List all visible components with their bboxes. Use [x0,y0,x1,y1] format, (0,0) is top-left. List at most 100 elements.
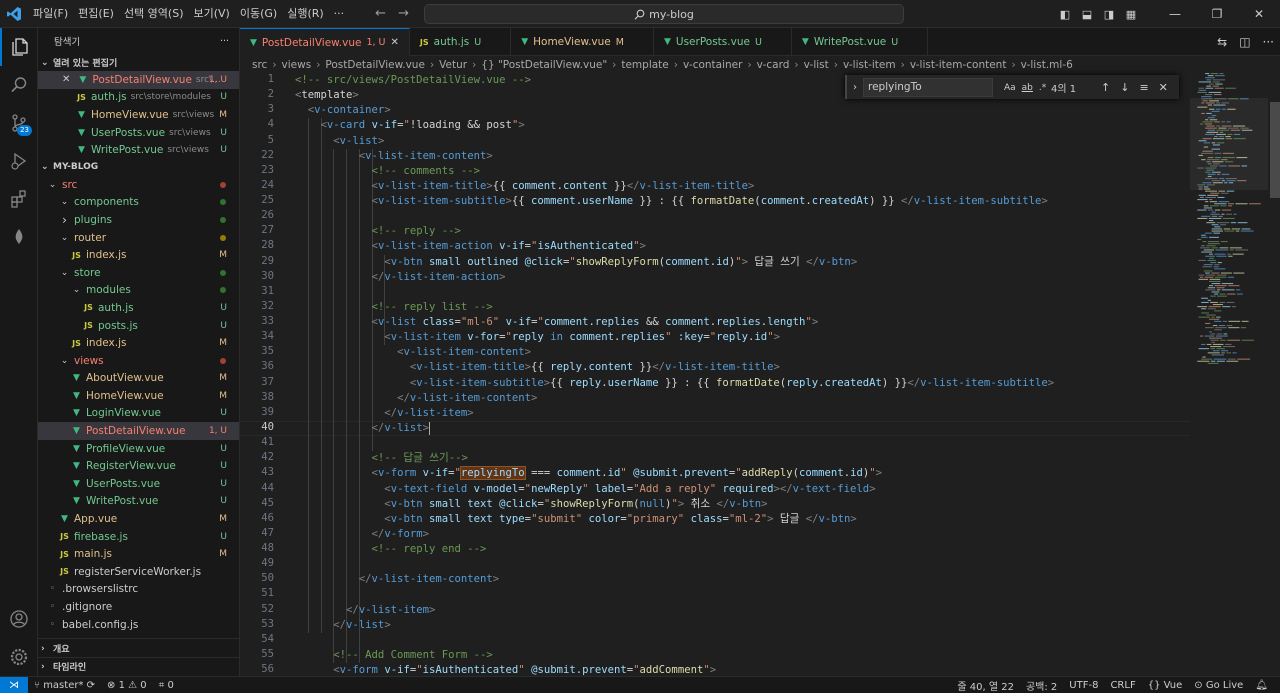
breadcrumb-item[interactable]: {} "PostDetailView.vue" [481,59,607,71]
minimap-viewport[interactable] [1190,98,1268,190]
file-item[interactable]: ◦ .gitignore [38,598,239,616]
file-item[interactable]: ▼ PostDetailView.vue 1, U [38,422,239,440]
folder-item[interactable]: ⌄ views [38,352,239,370]
file-item[interactable]: ▼ AboutView.vue M [38,370,239,388]
previous-match-icon[interactable]: ↑ [1101,81,1110,94]
breadcrumb-item[interactable]: v-list-item-content [910,59,1007,71]
file-item[interactable]: ▼ WritePost.vue U [38,493,239,511]
file-item[interactable]: ◦ babel.config.js [38,616,239,634]
tab-userposts-vue[interactable]: ▼ UserPosts.vue U [654,28,792,56]
file-item[interactable]: ▼ ProfileView.vue U [38,440,239,458]
breadcrumb-item[interactable]: v-list.ml-6 [1021,59,1073,71]
split-editor-icon[interactable]: ◫ [1239,35,1250,49]
open-editors-section[interactable]: ⌄ 열려 있는 편집기 [38,54,239,71]
breadcrumb-item[interactable]: Vetur [439,59,467,71]
go-live-button[interactable]: ⊙ Go Live [1188,680,1249,691]
file-item[interactable]: ▼ UserPosts.vue U [38,475,239,493]
menu-item[interactable]: 이동(G) [235,0,282,28]
tab-homeview-vue[interactable]: ▼ HomeView.vue M [511,28,654,56]
breadcrumb-item[interactable]: views [282,59,312,71]
breadcrumb-item[interactable]: v-list [804,59,829,71]
open-editor-item[interactable]: JS auth.js src\store\modules U [38,89,239,107]
menu-item[interactable]: 실행(R) [282,0,328,28]
customize-layout-icon[interactable]: ▦ [1120,8,1142,21]
open-editor-item[interactable]: ✕ ▼ PostDetailView.vue src\... 1, U [38,71,239,89]
file-item[interactable]: JS index.js M [38,334,239,352]
tab-auth-js[interactable]: JS auth.js U [410,28,512,56]
toggle-primary-sidebar-icon[interactable]: ◧ [1054,8,1076,21]
menu-item[interactable]: ··· [329,0,350,28]
gear-icon[interactable] [0,638,38,676]
file-item[interactable]: ▼ LoginView.vue U [38,405,239,423]
file-item[interactable]: JS main.js M [38,545,239,563]
file-item[interactable]: JS index.js M [38,246,239,264]
folder-item[interactable]: ⌄ src [38,176,239,194]
folder-item[interactable]: ⌄ store [38,264,239,282]
close-icon[interactable]: ✕ [1159,81,1168,94]
branch-indicator[interactable]: ⑂ master* ⟳ [28,680,101,691]
minimize-icon[interactable]: — [1154,7,1196,21]
back-arrow-icon[interactable]: ← [375,6,386,21]
find-in-selection-icon[interactable]: ≡ [1139,81,1148,94]
toggle-secondary-sidebar-icon[interactable]: ◨ [1098,8,1120,21]
file-item[interactable]: ▼ App.vue M [38,510,239,528]
use-regex-button[interactable]: .* [1039,83,1046,93]
minimap[interactable] [1190,73,1268,676]
folder-item[interactable]: › plugins [38,211,239,229]
file-item[interactable]: JS registerServiceWorker.js [38,563,239,581]
command-center-search[interactable]: my-blog [424,4,904,24]
explorer-icon[interactable] [0,28,38,66]
breadcrumb-item[interactable]: src [252,59,267,71]
breadcrumb-item[interactable]: v-card [757,59,790,71]
menu-item[interactable]: 보기(V) [188,0,234,28]
tab-postdetailview-vue[interactable]: ▼ PostDetailView.vue 1, U ✕ [240,28,410,56]
encoding[interactable]: UTF-8 [1063,680,1104,691]
file-item[interactable]: ▼ RegisterView.vue U [38,457,239,475]
open-editor-item[interactable]: ▼ HomeView.vue src\views M [38,106,239,124]
file-item[interactable]: JS posts.js U [38,317,239,335]
end-of-line[interactable]: CRLF [1104,680,1141,691]
file-item[interactable]: JS firebase.js U [38,528,239,546]
folder-item[interactable]: ⌄ components [38,194,239,212]
more-actions-icon[interactable]: ··· [1263,35,1274,49]
tab-writepost-vue[interactable]: ▼ WritePost.vue U [792,28,929,56]
source-control-icon[interactable]: 23 [0,104,38,142]
file-item[interactable]: ▼ HomeView.vue M [38,387,239,405]
account-icon[interactable] [0,600,38,638]
toggle-panel-icon[interactable]: ⬓ [1076,8,1098,21]
scrollbar-thumb[interactable] [1270,102,1280,198]
breadcrumb-item[interactable]: template [621,59,668,71]
timeline-section[interactable]: › 타임라인 [38,658,86,675]
open-editor-item[interactable]: ▼ UserPosts.vue src\views U [38,124,239,142]
problems-indicator[interactable]: ⊗ 1 ⚠ 0 [101,680,153,691]
more-actions-icon[interactable]: ··· [220,36,229,47]
language-mode[interactable]: {} Vue [1142,680,1189,691]
match-whole-word-button[interactable]: ab [1022,83,1033,93]
menu-item[interactable]: 선택 영역(S) [119,0,189,28]
close-icon[interactable]: ✕ [62,74,70,85]
search-icon[interactable] [0,66,38,104]
breadcrumb-item[interactable]: PostDetailView.vue [325,59,425,71]
toggle-replace-chevron-icon[interactable]: › [847,82,863,93]
compare-changes-icon[interactable]: ⇆ [1217,35,1227,49]
project-section[interactable]: ⌄ MY-BLOG [38,159,239,176]
folder-item[interactable]: ⌄ router [38,229,239,247]
find-input[interactable]: replyingTo Aa ab .* [863,77,1046,97]
open-editor-item[interactable]: ▼ WritePost.vue src\views U [38,141,239,159]
menu-item[interactable]: 파일(F) [28,0,73,28]
file-item[interactable]: ◦ .browserslistrc [38,581,239,599]
code-editor[interactable]: 1 <!-- src/views/PostDetailView.vue --> 2 <… [240,73,1190,676]
breadcrumb-item[interactable]: v-list-item [843,59,896,71]
forward-arrow-icon[interactable]: → [398,6,409,21]
match-case-button[interactable]: Aa [1004,83,1016,93]
ports-indicator[interactable]: ⌗ 0 [153,680,180,691]
extensions-icon[interactable] [0,180,38,218]
indentation[interactable]: 공백: 2 [1020,678,1063,693]
restore-icon[interactable]: ❐ [1196,7,1238,21]
folder-item[interactable]: ⌄ modules [38,282,239,300]
close-window-icon[interactable]: ✕ [1238,7,1280,21]
file-item[interactable]: JS auth.js U [38,299,239,317]
breadcrumb-item[interactable]: v-container [683,59,742,71]
close-icon[interactable]: ✕ [391,37,399,48]
run-debug-icon[interactable] [0,142,38,180]
